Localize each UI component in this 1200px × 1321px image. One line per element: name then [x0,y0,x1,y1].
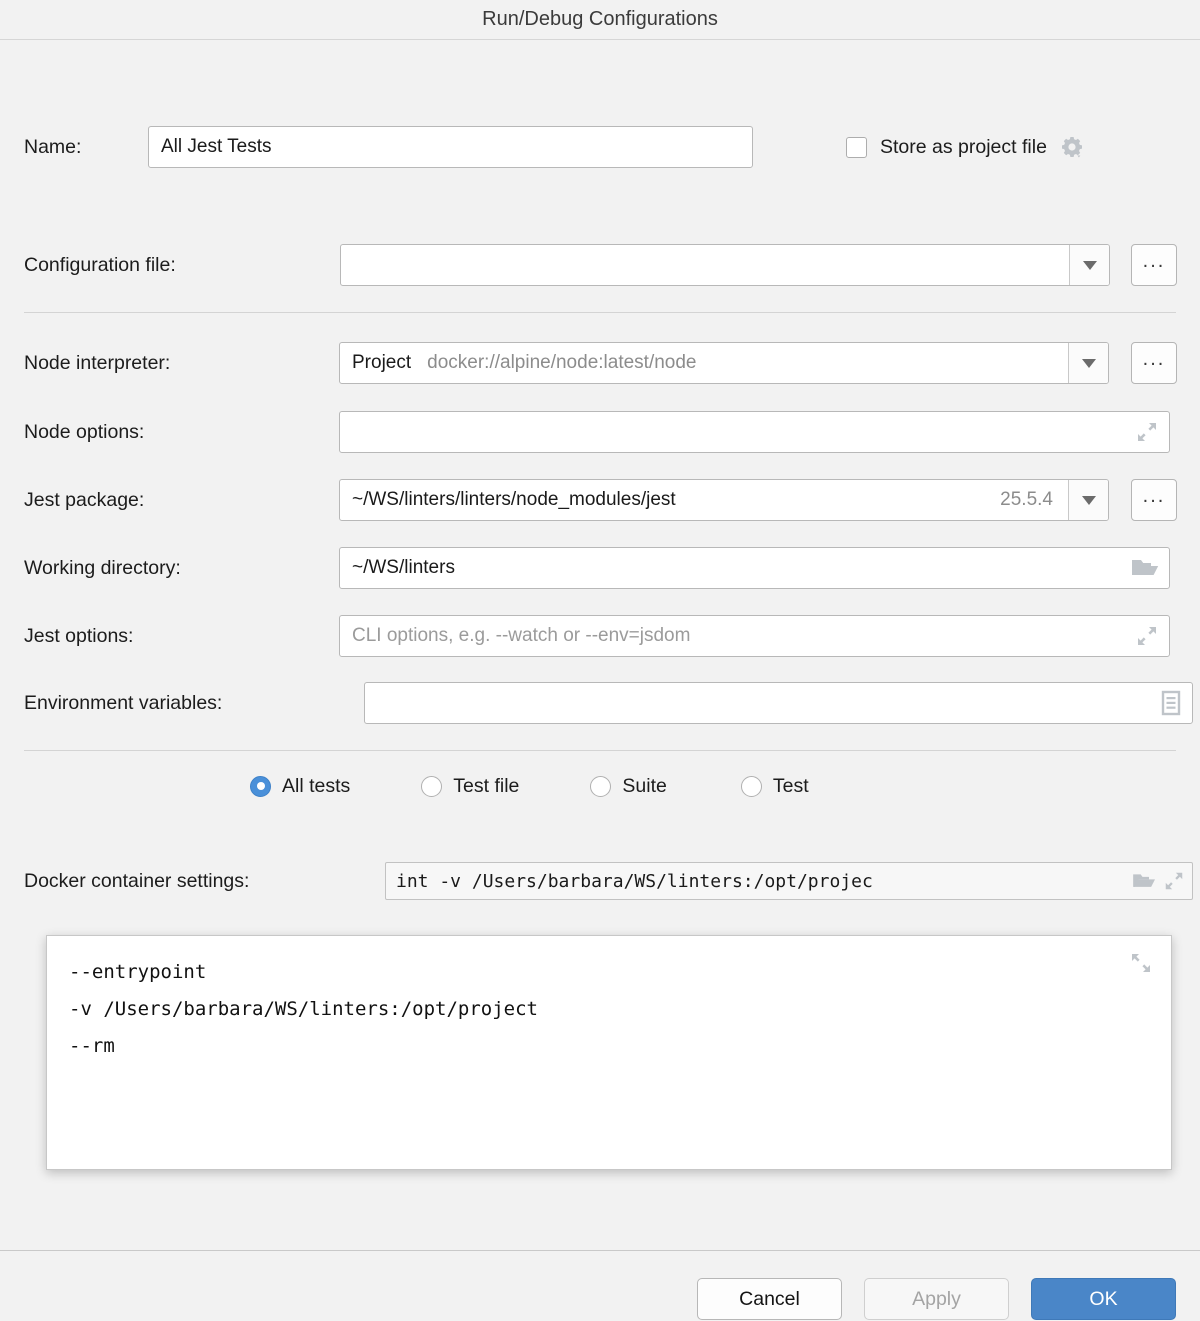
node-interpreter-label: Node interpreter: [24,352,170,375]
store-as-project-file-checkbox-group[interactable]: Store as project file [846,134,1085,160]
cancel-button[interactable]: Cancel [697,1278,842,1320]
node-options-row: Node options: [24,411,1176,453]
radio-test-file-indicator[interactable] [421,776,442,797]
separator-top [24,312,1176,313]
working-directory-label: Working directory: [24,557,181,580]
docker-container-settings-input[interactable]: int -v /Users/barbara/WS/linters:/opt/pr… [385,862,1193,900]
radio-all-tests-label: All tests [282,775,350,798]
page-title: Run/Debug Configurations [482,8,718,31]
environment-variables-label: Environment variables: [24,692,222,715]
working-directory-row: Working directory: ~/WS/linters [24,547,1176,589]
environment-variables-row: Environment variables: [24,682,1176,724]
docker-container-settings-value: int -v /Users/barbara/WS/linters:/opt/pr… [396,871,873,892]
node-options-input[interactable] [339,411,1170,453]
environment-variables-input[interactable] [364,682,1193,724]
jest-package-combo[interactable]: ~/WS/linters/linters/node_modules/jest 2… [339,479,1109,521]
ok-button-label: OK [1089,1288,1117,1311]
folder-icon[interactable] [1132,871,1156,891]
radio-suite-label: Suite [622,775,666,798]
configuration-file-row: Configuration file: ... [24,244,1176,286]
node-interpreter-browse-label: ... [1143,348,1166,371]
jest-package-row: Jest package: ~/WS/linters/linters/node_… [24,479,1176,521]
cancel-button-label: Cancel [739,1288,800,1311]
radio-suite[interactable]: Suite [590,775,666,798]
configuration-file-combo[interactable] [340,244,1110,286]
chevron-down-icon[interactable] [1069,245,1109,285]
node-interpreter-browse-button[interactable]: ... [1131,342,1177,384]
expand-icon[interactable] [1135,624,1159,648]
dialog-button-bar: Cancel Apply OK [0,1277,1200,1321]
store-as-project-file-checkbox[interactable] [846,137,867,158]
radio-test[interactable]: Test [741,775,809,798]
docker-container-settings-row: Docker container settings: int -v /Users… [24,862,1176,900]
jest-package-browse-label: ... [1143,485,1166,508]
jest-options-placeholder: CLI options, e.g. --watch or --env=jsdom [352,625,690,647]
test-scope-radio-group: All tests Test file Suite Test [250,768,809,804]
radio-all-tests-indicator[interactable] [250,776,271,797]
working-directory-input[interactable]: ~/WS/linters [339,547,1170,589]
collapse-icon[interactable] [1129,951,1153,975]
dialog-title-bar: Run/Debug Configurations [0,0,1200,40]
configuration-file-label: Configuration file: [24,254,176,277]
jest-package-browse-button[interactable]: ... [1131,479,1177,521]
node-interpreter-combo[interactable]: Project docker://alpine/node:latest/node [339,342,1109,384]
node-interpreter-value: Project [352,352,411,374]
folder-icon[interactable] [1131,556,1159,580]
radio-test-label: Test [773,775,809,798]
list-document-icon[interactable] [1160,690,1182,716]
configuration-file-browse-button[interactable]: ... [1131,244,1177,286]
radio-test-file-label: Test file [453,775,519,798]
chevron-down-icon[interactable] [1068,343,1108,383]
apply-button-label: Apply [912,1288,961,1311]
chevron-down-icon[interactable] [1068,480,1108,520]
jest-options-label: Jest options: [24,625,133,648]
separator-middle [24,750,1176,751]
docker-container-settings-label: Docker container settings: [24,870,249,893]
separator-bottom [0,1250,1200,1251]
docker-settings-editor-text[interactable]: --entrypoint -v /Users/barbara/WS/linter… [47,936,1171,1065]
node-interpreter-row: Node interpreter: Project docker://alpin… [24,342,1176,384]
name-input[interactable]: All Jest Tests [148,126,753,168]
store-as-project-file-label: Store as project file [880,136,1047,159]
name-input-value: All Jest Tests [161,136,272,158]
expand-icon[interactable] [1163,870,1185,892]
configuration-file-browse-label: ... [1143,250,1166,273]
ok-button[interactable]: OK [1031,1278,1176,1320]
gear-icon[interactable] [1059,134,1085,160]
jest-package-label: Jest package: [24,489,144,512]
node-options-label: Node options: [24,421,144,444]
jest-options-row: Jest options: CLI options, e.g. --watch … [24,615,1176,657]
name-label: Name: [24,136,81,159]
apply-button[interactable]: Apply [864,1278,1009,1320]
jest-package-version: 25.5.4 [1000,489,1053,511]
working-directory-value: ~/WS/linters [352,557,455,579]
jest-options-input[interactable]: CLI options, e.g. --watch or --env=jsdom [339,615,1170,657]
radio-suite-indicator[interactable] [590,776,611,797]
jest-package-value: ~/WS/linters/linters/node_modules/jest [352,489,676,511]
docker-settings-expanded-editor[interactable]: --entrypoint -v /Users/barbara/WS/linter… [46,935,1172,1170]
name-row: Name: All Jest Tests Store as project fi… [24,126,1176,168]
radio-all-tests[interactable]: All tests [250,775,350,798]
radio-test-indicator[interactable] [741,776,762,797]
node-interpreter-detail: docker://alpine/node:latest/node [427,352,696,374]
expand-icon[interactable] [1135,420,1159,444]
radio-test-file[interactable]: Test file [421,775,519,798]
